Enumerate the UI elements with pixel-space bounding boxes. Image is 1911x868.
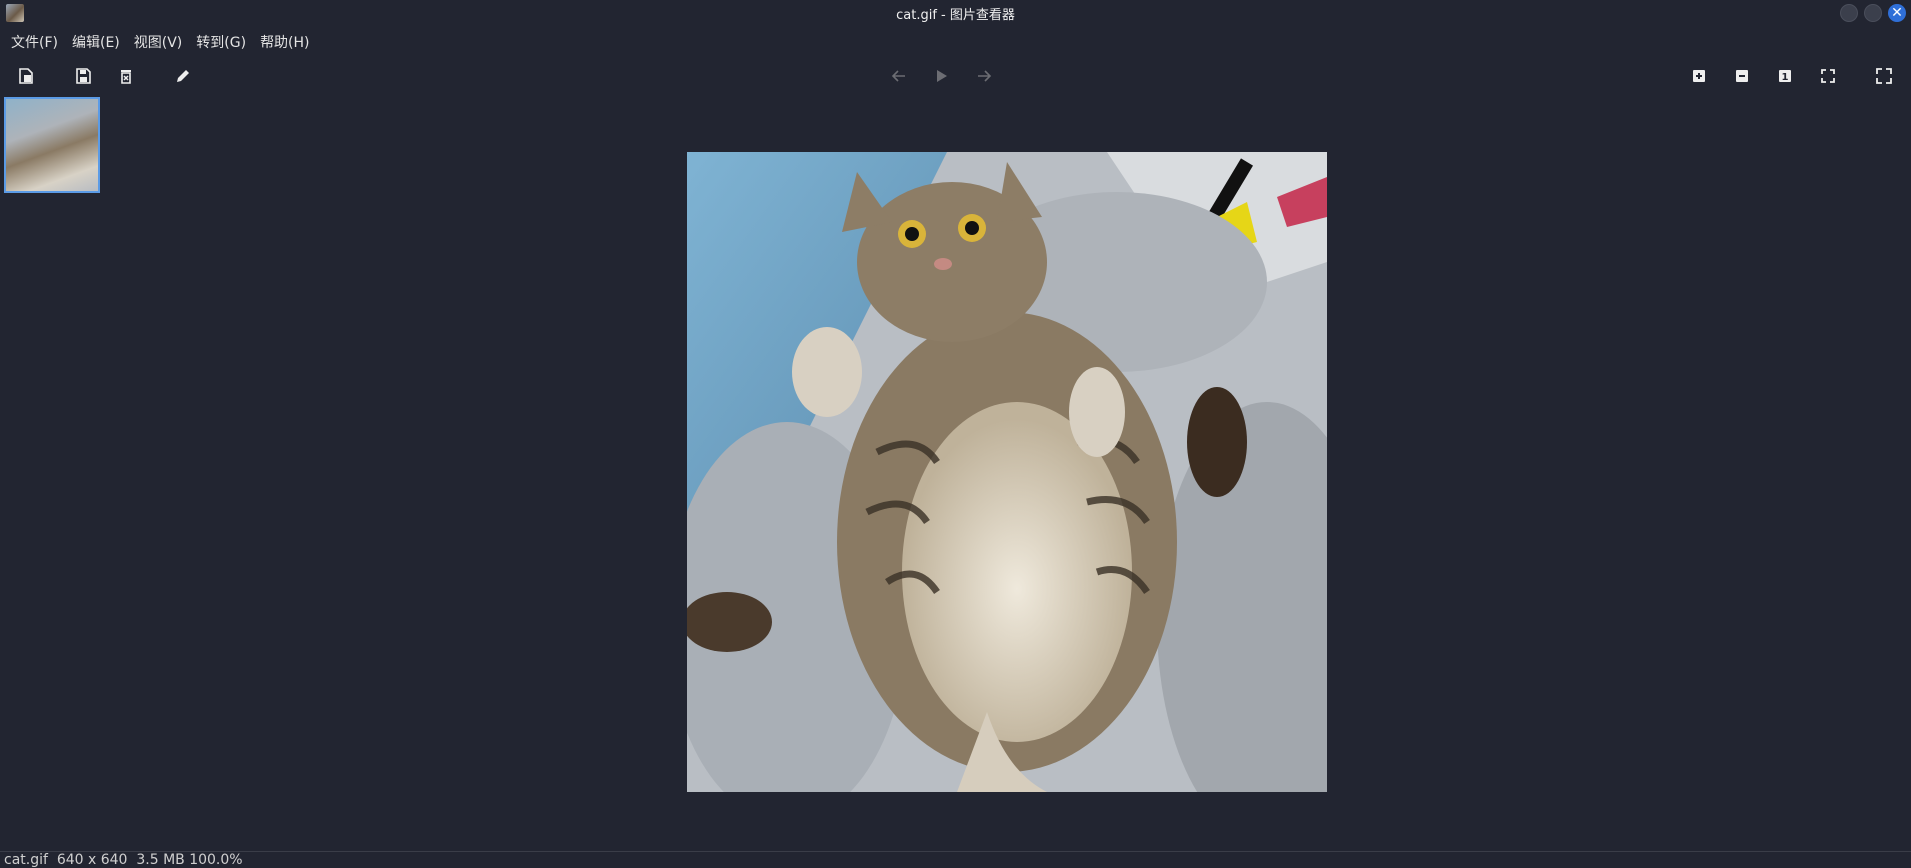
arrow-right-icon	[978, 70, 992, 82]
original-size-button[interactable]: 1	[1772, 64, 1798, 88]
menu-bar: 文件(F) 编辑(E) 视图(V) 转到(G) 帮助(H)	[0, 30, 317, 56]
minimize-button[interactable]	[1840, 4, 1858, 22]
edit-button[interactable]	[170, 64, 196, 88]
close-icon: ✕	[1891, 5, 1903, 21]
open-icon	[19, 68, 33, 84]
fit-window-button[interactable]	[1815, 64, 1841, 88]
save-button[interactable]	[70, 64, 96, 88]
menu-goto[interactable]: 转到(G)	[189, 30, 253, 56]
main-image	[687, 152, 1327, 792]
save-icon	[76, 68, 91, 84]
zoom-out-button[interactable]	[1729, 64, 1755, 88]
original-size-icon: 1	[1779, 70, 1791, 83]
next-button[interactable]	[971, 64, 997, 88]
thumbnail-cat[interactable]	[4, 97, 100, 193]
toolbar: 1	[0, 58, 1911, 94]
delete-button[interactable]	[113, 64, 139, 88]
title-bar: cat.gif - 图片查看器 ✕	[0, 0, 1911, 26]
menu-edit[interactable]: 编辑(E)	[65, 30, 127, 56]
maximize-button[interactable]	[1864, 4, 1882, 22]
edit-icon	[177, 70, 189, 82]
cat-photo	[687, 152, 1327, 792]
menu-view[interactable]: 视图(V)	[127, 30, 190, 56]
close-button[interactable]: ✕	[1888, 4, 1906, 22]
fullscreen-button[interactable]	[1871, 64, 1897, 88]
zoom-in-icon	[1693, 70, 1705, 82]
fit-window-icon	[1821, 69, 1835, 83]
status-bar: cat.gif 640 x 640 3.5 MB 100.0%	[0, 851, 1911, 868]
zoom-in-button[interactable]	[1686, 64, 1712, 88]
fullscreen-icon	[1876, 68, 1892, 84]
svg-text:1: 1	[1782, 72, 1789, 83]
open-button[interactable]	[13, 64, 39, 88]
play-button[interactable]	[928, 64, 954, 88]
arrow-left-icon	[891, 70, 905, 82]
delete-icon	[121, 70, 131, 84]
previous-button[interactable]	[886, 64, 912, 88]
menu-file[interactable]: 文件(F)	[4, 30, 65, 56]
window-title: cat.gif - 图片查看器	[896, 8, 1015, 23]
zoom-out-icon	[1736, 70, 1748, 82]
menu-help[interactable]: 帮助(H)	[253, 30, 316, 56]
play-icon	[937, 70, 947, 82]
